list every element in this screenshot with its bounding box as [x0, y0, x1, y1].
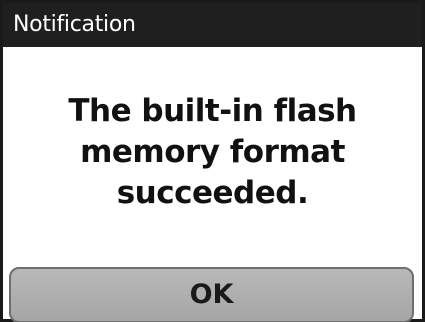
ok-button[interactable]: OK [9, 267, 414, 322]
message-line-1: The built-in flash [68, 93, 357, 129]
dialog-title: Notification [3, 3, 422, 47]
message-line-2: memory format [80, 134, 345, 170]
notification-message: The built-in flash memory format succeed… [3, 91, 422, 214]
message-line-3: succeeded. [116, 175, 309, 211]
notification-dialog: Notification The built-in flash memory f… [0, 0, 425, 322]
